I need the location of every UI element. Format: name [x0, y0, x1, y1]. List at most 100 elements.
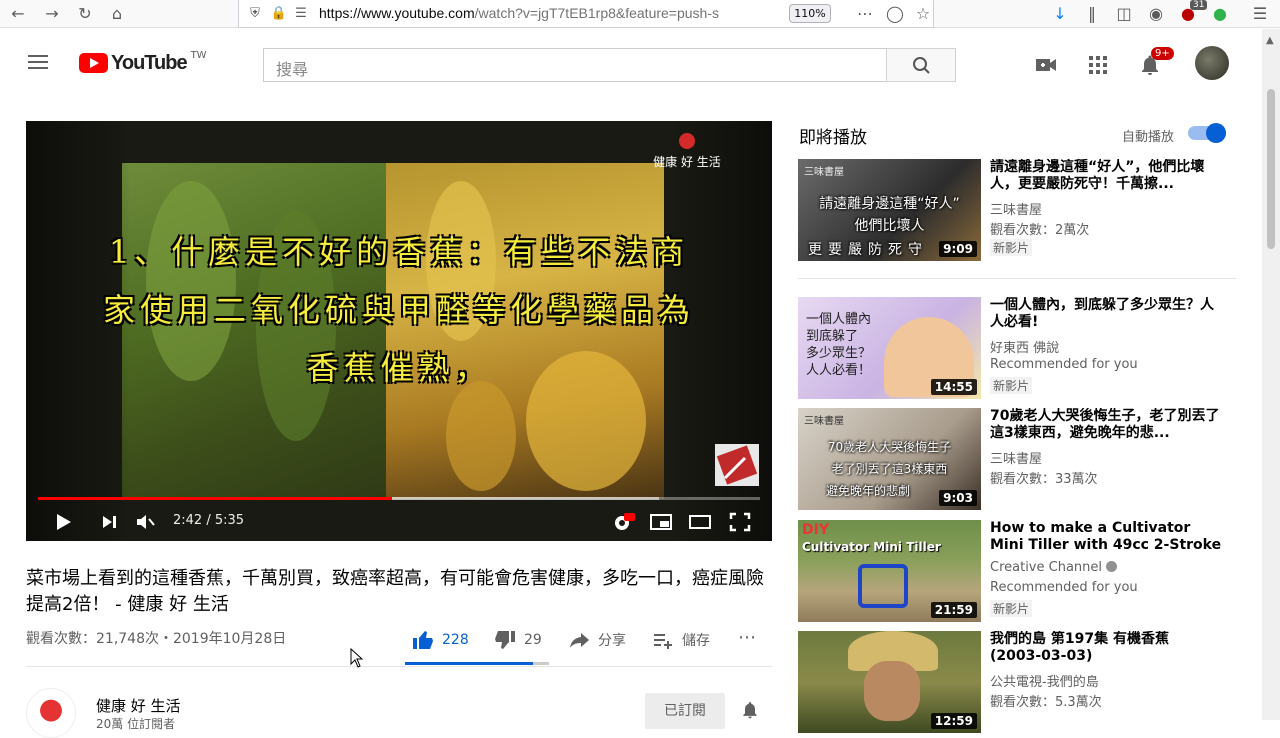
next-icon[interactable] [100, 511, 120, 533]
search-button[interactable] [886, 48, 956, 82]
subscriber-count: 20萬 位訂閱者 [96, 717, 176, 731]
forward-icon[interactable]: → [42, 4, 62, 24]
subtitle-line-1: 1、什麼是不好的香蕉：有些不法商 [108, 233, 690, 271]
permissions-icon[interactable]: ☰ [291, 4, 311, 24]
more-actions-icon[interactable]: ⋯ [855, 4, 875, 24]
recommended-channel: 公共電視-我們的島 [990, 675, 1099, 690]
volume-muted-icon[interactable] [134, 511, 156, 533]
play-icon[interactable] [54, 511, 74, 533]
reload-icon[interactable]: ↻ [75, 4, 95, 24]
library-icon[interactable]: ‖ [1082, 4, 1102, 24]
new-badge: 新影片 [990, 239, 1033, 256]
save-button[interactable]: 儲存 [652, 630, 710, 650]
duration-badge: 21:59 [930, 602, 977, 618]
subtitle-line-3: 香蕉催熟， [306, 349, 492, 387]
new-badge: 新影片 [990, 600, 1033, 617]
duration-badge: 9:09 [939, 241, 977, 257]
video-title: 菜市場上看到的這種香蕉，千萬別買，致癌率超高，有可能會危害健康，多吃一口，癌症風… [26, 568, 764, 615]
dislike-button[interactable]: 29 [494, 630, 542, 650]
search-input[interactable]: 搜尋 [263, 48, 887, 82]
recommended-video-card[interactable]: 12:59 我們的島 第197集 有機香蕉 (2003-03-03) 公共電視-… [798, 631, 1238, 733]
recommended-meta: Recommended for you [990, 357, 1138, 372]
share-button[interactable]: 分享 [568, 630, 626, 650]
settings-gear-icon[interactable] [611, 511, 635, 533]
recommended-channel: 三味書屋 [990, 203, 1043, 218]
apps-grid-icon[interactable] [1086, 53, 1110, 77]
youtube-logo[interactable]: YouTube TW [79, 50, 207, 74]
back-icon[interactable]: ← [8, 4, 28, 24]
channel-bell-icon[interactable] [740, 700, 760, 720]
watermark-logo-icon [679, 133, 695, 149]
like-ratio-fill [405, 662, 533, 665]
duration-badge: 12:59 [930, 713, 977, 729]
scroll-up-icon[interactable]: ▲ [1266, 35, 1274, 46]
subscribed-button[interactable]: 已訂閱 [645, 693, 725, 729]
search-icon [913, 57, 930, 74]
video-thumbnail[interactable]: 一個人體內 到底躲了 多少眾生？ 人人必看！ 14:55 [798, 297, 981, 399]
verified-icon [1106, 561, 1118, 572]
lock-icon[interactable]: 🔒 [269, 4, 289, 24]
duration-badge: 9:03 [939, 490, 977, 506]
recommended-channel: Creative Channel [990, 560, 1118, 575]
home-icon[interactable]: ⌂ [107, 4, 127, 24]
notification-count-badge: 9+ [1151, 47, 1174, 60]
recommended-meta: 觀看次數：5.3萬次 [990, 695, 1102, 710]
recommended-video-card[interactable]: 三味書屋 請遠離身邊這種“好人” 他們比壞人 更要嚴防死守 9:09 請遠離身邊… [798, 159, 1238, 261]
recommended-title[interactable]: 請遠離身邊這種“好人”，他們比壞人，更要嚴防死守！千萬擦... [990, 159, 1222, 193]
fullscreen-icon[interactable] [728, 511, 752, 533]
video-thumbnail[interactable]: 三味書屋 請遠離身邊這種“好人” 他們比壞人 更要嚴防死守 9:09 [798, 159, 981, 261]
pocket-icon[interactable]: ◯ [885, 4, 905, 24]
channel-avatar[interactable] [26, 688, 76, 738]
recommended-meta: 觀看次數：2萬次 [990, 223, 1090, 238]
more-options-icon[interactable]: ⋯ [738, 627, 756, 648]
miniplayer-icon[interactable] [649, 511, 673, 533]
add-to-playlist-icon [654, 634, 672, 649]
video-thumbnail[interactable]: DIY Cultivator Mini Tiller 21:59 [798, 520, 981, 622]
sidebar-icon[interactable]: ◫ [1114, 4, 1134, 24]
video-thumbnail[interactable]: 三味書屋 70歲老人大哭後悔生子 老了別丟了這3樣東西 避免晚年的悲劇 9:03 [798, 408, 981, 510]
recommended-channel: 三味書屋 [990, 452, 1043, 467]
recommended-video-card[interactable]: 一個人體內 到底躲了 多少眾生？ 人人必看！ 14:55 一個人體內，到底躲了多… [798, 297, 1238, 399]
recommended-video-card[interactable]: 三味書屋 70歲老人大哭後悔生子 老了別丟了這3樣東西 避免晚年的悲劇 9:03… [798, 408, 1238, 510]
progress-bar[interactable] [38, 497, 760, 500]
user-avatar[interactable] [1195, 46, 1229, 80]
page-scrollbar[interactable]: ▲ [1262, 29, 1280, 720]
autoplay-label: 自動播放 [1122, 130, 1175, 145]
zoom-level[interactable]: 110% [789, 4, 831, 23]
recommended-title[interactable]: How to make a Cultivator Mini Tiller wit… [990, 520, 1222, 554]
like-button[interactable]: 228 [412, 630, 469, 650]
video-player[interactable]: 健康 好 生活 1、什麼是不好的香蕉：有些不法商 家使用二氧化硫與甲醛等化學藥品… [26, 121, 772, 541]
youtube-play-icon [79, 53, 108, 73]
scroll-thumb[interactable] [1267, 89, 1275, 249]
account-icon[interactable]: ◉ [1146, 4, 1166, 24]
bookmark-star-icon[interactable]: ☆ [913, 4, 933, 24]
recommended-title[interactable]: 70歲老人大哭後悔生子，老了別丟了這3樣東西，避免晚年的悲... [990, 408, 1222, 442]
like-ratio-bar [405, 662, 549, 665]
subtitle-line-2: 家使用二氧化硫與甲醛等化學藥品為 [102, 291, 695, 329]
channel-watermark: 健康 好 生活 [652, 133, 722, 170]
menu-icon[interactable]: ☰ [1250, 4, 1270, 24]
guide-menu-icon[interactable] [28, 55, 48, 69]
shield-icon[interactable]: ⛨ [245, 4, 265, 24]
recommended-channel: 好東西 佛說 [990, 341, 1060, 356]
up-next-heading: 即將播放 [799, 128, 867, 148]
recommended-title[interactable]: 一個人體內，到底躲了多少眾生？人人必看! [990, 297, 1222, 331]
create-video-icon[interactable] [1034, 53, 1058, 77]
thumbs-down-icon [495, 631, 515, 649]
download-icon[interactable]: ↓ [1050, 4, 1070, 24]
thumbs-up-icon [413, 631, 433, 649]
duration-badge: 14:55 [930, 379, 977, 395]
url-text[interactable]: https://www.youtube.com/watch?v=jgT7tEB1… [319, 5, 749, 21]
channel-name[interactable]: 健康 好 生活 [96, 695, 181, 716]
played-bar [38, 497, 392, 500]
recommended-title[interactable]: 我們的島 第197集 有機香蕉 (2003-03-03) [990, 631, 1222, 665]
end-card-thumbnail[interactable] [715, 444, 759, 486]
autoplay-toggle[interactable] [1188, 123, 1226, 143]
recommended-video-card[interactable]: DIY Cultivator Mini Tiller 21:59 How to … [798, 520, 1238, 622]
youtube-header: YouTube TW 搜尋 9+ [0, 29, 1262, 95]
url-bar[interactable]: ⛨ 🔒 ☰ https://www.youtube.com/watch?v=jg… [238, 0, 934, 28]
video-thumbnail[interactable]: 12:59 [798, 631, 981, 733]
grammarly-icon[interactable]: ● [1210, 4, 1230, 24]
theater-mode-icon[interactable] [688, 511, 712, 533]
view-count-date: 觀看次數：21,748次・2019年10月28日 [26, 631, 287, 647]
